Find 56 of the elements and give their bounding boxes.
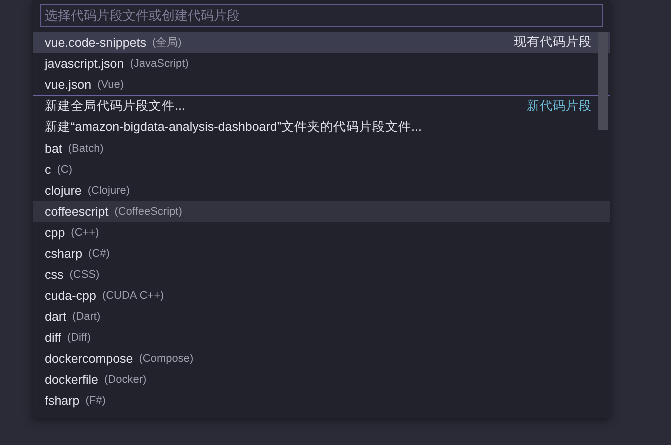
list-item[interactable]: dockerfile (Docker) bbox=[33, 369, 610, 390]
item-label: bat bbox=[45, 142, 62, 156]
list-item[interactable]: dockercompose (Compose) bbox=[33, 348, 610, 369]
item-label: diff bbox=[45, 330, 62, 344]
item-label: vue.json bbox=[45, 78, 92, 92]
item-description: (CSS) bbox=[70, 268, 100, 280]
item-label: fsharp bbox=[45, 394, 80, 408]
item-label: cpp bbox=[45, 226, 66, 240]
item-description: (Batch) bbox=[68, 142, 104, 154]
list-item[interactable]: css (CSS) bbox=[33, 264, 610, 285]
item-description: (C) bbox=[57, 164, 73, 176]
list-item[interactable]: c (C) bbox=[33, 159, 610, 180]
item-label: dockerfile bbox=[45, 372, 98, 386]
item-description: (Dart) bbox=[72, 310, 101, 322]
item-description: (Vue) bbox=[98, 78, 124, 90]
list-item[interactable]: cpp (C++) bbox=[33, 222, 610, 243]
item-label: css bbox=[45, 268, 64, 282]
list-item[interactable]: bat (Batch) bbox=[33, 138, 610, 159]
item-description: (全局) bbox=[152, 36, 182, 50]
search-field[interactable]: 选择代码片段文件或创建代码片段 bbox=[40, 4, 603, 27]
item-label: javascript.json bbox=[45, 56, 124, 70]
list-item[interactable]: 新建全局代码片段文件... 新代码片段 bbox=[33, 96, 610, 117]
item-description: (Clojure) bbox=[88, 184, 130, 196]
list-item[interactable]: diff (Diff) bbox=[33, 327, 610, 348]
item-label: c bbox=[45, 162, 52, 176]
list-item[interactable]: dart (Dart) bbox=[33, 306, 610, 327]
item-label: vue.code-snippets bbox=[45, 36, 146, 50]
list-item[interactable]: clojure (Clojure) bbox=[33, 180, 610, 201]
list-item[interactable]: fsharp (F#) bbox=[33, 390, 610, 411]
item-label: clojure bbox=[45, 184, 82, 198]
item-description: (Compose) bbox=[139, 352, 194, 364]
item-label: csharp bbox=[45, 246, 83, 260]
list-item[interactable]: vue.json (Vue) bbox=[33, 74, 610, 95]
item-description: (CUDA C++) bbox=[102, 290, 164, 302]
item-description: (C#) bbox=[88, 248, 110, 260]
item-description: (C++) bbox=[71, 226, 100, 238]
list-item[interactable]: 新建“amazon-bigdata-analysis-dashboard”文件夹的代码片段文件... bbox=[33, 117, 610, 138]
item-description: (Docker) bbox=[104, 374, 147, 386]
item-description: (F#) bbox=[86, 394, 106, 406]
group-label: 现有代码片段 bbox=[514, 34, 592, 51]
list-item[interactable]: javascript.json (JavaScript) bbox=[33, 53, 610, 74]
scrollbar-thumb[interactable] bbox=[598, 32, 608, 130]
item-description: (Diff) bbox=[67, 332, 92, 344]
item-label: coffeescript bbox=[45, 204, 109, 218]
item-label: 新建全局代码片段文件... bbox=[45, 98, 186, 115]
item-description: (CoffeeScript) bbox=[114, 206, 182, 218]
item-label: 新建“amazon-bigdata-analysis-dashboard”文件夹的代码片段文件... bbox=[45, 119, 422, 136]
list-item[interactable]: csharp (C#) bbox=[33, 243, 610, 264]
list-item[interactable]: coffeescript (CoffeeScript) bbox=[33, 201, 610, 222]
item-label: cuda-cpp bbox=[45, 288, 96, 302]
item-description: (JavaScript) bbox=[130, 58, 189, 70]
list-item[interactable]: vue.code-snippets (全局) 现有代码片段 bbox=[33, 32, 610, 53]
item-label: dockercompose bbox=[45, 352, 134, 366]
group-label: 新代码片段 bbox=[527, 98, 592, 115]
item-label: dart bbox=[45, 310, 67, 324]
list-item[interactable]: cuda-cpp (CUDA C++) bbox=[33, 285, 610, 306]
